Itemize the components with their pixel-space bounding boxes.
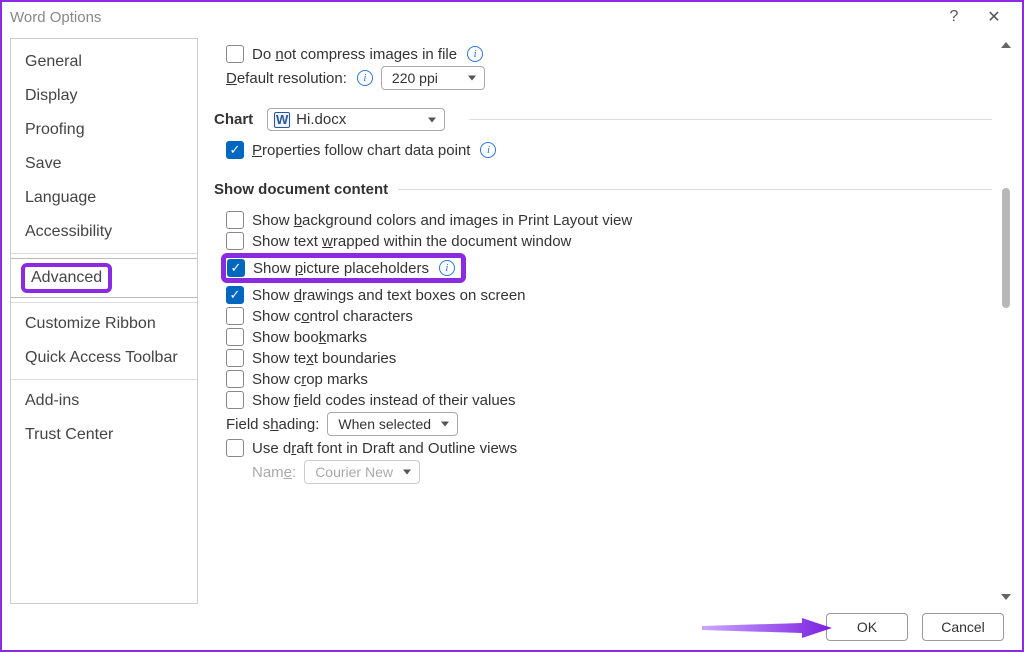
sidebar-item-advanced[interactable]: Advanced [11, 258, 197, 298]
sidebar-item-quick-access-toolbar[interactable]: Quick Access Toolbar [11, 341, 197, 375]
show-document-content-header: Show document content [214, 181, 992, 198]
properties-follow-label: Properties follow chart data point [252, 142, 470, 159]
scroll-up-icon[interactable] [1001, 42, 1011, 48]
use-draft-font-row: Use draft font in Draft and Outline view… [226, 439, 992, 457]
show-wrapped-text-row: Show text wrapped within the document wi… [226, 232, 992, 250]
do-not-compress-label: Do not compress images in file [252, 46, 457, 63]
window-title: Word Options [10, 9, 101, 26]
field-shading-row: Field shading: When selected [226, 412, 992, 436]
show-drawings-row: ✓ Show drawings and text boxes on screen [226, 286, 992, 304]
do-not-compress-checkbox[interactable] [226, 45, 244, 63]
draft-font-name-select: Courier New [304, 460, 420, 484]
show-crop-marks-row: Show crop marks [226, 370, 992, 388]
show-bookmarks-checkbox[interactable] [226, 328, 244, 346]
show-text-boundaries-row: Show text boundaries [226, 349, 992, 367]
show-field-codes-row: Show field codes instead of their values [226, 391, 992, 409]
section-divider [398, 189, 992, 190]
show-control-chars-checkbox[interactable] [226, 307, 244, 325]
show-wrapped-text-label: Show text wrapped within the document wi… [252, 233, 571, 250]
vertical-scrollbar[interactable] [998, 38, 1014, 604]
draft-font-name-row: Name: Courier New [252, 460, 992, 484]
field-shading-label: Field shading: [226, 416, 319, 433]
sidebar-item-display[interactable]: Display [11, 79, 197, 113]
show-drawings-label: Show drawings and text boxes on screen [252, 287, 526, 304]
info-icon[interactable]: i [480, 142, 496, 158]
sidebar-item-trust-center[interactable]: Trust Center [11, 418, 197, 452]
info-icon[interactable]: i [439, 260, 455, 276]
show-background-label: Show background colors and images in Pri… [252, 212, 632, 229]
use-draft-font-label: Use draft font in Draft and Outline view… [252, 440, 517, 457]
sidebar-item-general[interactable]: General [11, 45, 197, 79]
help-button[interactable]: ? [934, 8, 974, 26]
info-icon[interactable]: i [357, 70, 373, 86]
show-crop-marks-label: Show crop marks [252, 371, 368, 388]
show-field-codes-checkbox[interactable] [226, 391, 244, 409]
show-picture-placeholders-row: ✓ Show picture placeholders i [221, 253, 992, 283]
properties-follow-checkbox[interactable]: ✓ [226, 141, 244, 159]
sidebar-item-save[interactable]: Save [11, 147, 197, 181]
chart-section-header: Chart W Hi.docx [214, 108, 992, 131]
section-divider [469, 119, 992, 120]
info-icon[interactable]: i [467, 46, 483, 62]
show-control-chars-row: Show control characters [226, 307, 992, 325]
show-picture-placeholders-label: Show picture placeholders [253, 260, 429, 277]
show-wrapped-text-checkbox[interactable] [226, 232, 244, 250]
ok-button[interactable]: OK [826, 613, 908, 641]
show-text-boundaries-label: Show text boundaries [252, 350, 396, 367]
default-resolution-row: Default resolution: i 220 ppi [226, 66, 992, 90]
show-drawings-checkbox[interactable]: ✓ [226, 286, 244, 304]
annotation-highlight: ✓ Show picture placeholders i [221, 253, 466, 283]
dialog-footer: OK Cancel [2, 604, 1022, 650]
properties-follow-row: ✓ Properties follow chart data point i [226, 141, 992, 159]
sidebar-item-proofing[interactable]: Proofing [11, 113, 197, 147]
annotation-highlight: Advanced [21, 263, 112, 293]
field-shading-select[interactable]: When selected [327, 412, 458, 436]
sidebar-item-language[interactable]: Language [11, 181, 197, 215]
show-document-content-title: Show document content [214, 181, 388, 198]
show-field-codes-label: Show field codes instead of their values [252, 392, 516, 409]
category-sidebar: General Display Proofing Save Language A… [10, 38, 198, 604]
titlebar: Word Options ? ✕ [2, 2, 1022, 32]
default-resolution-label: Default resolution: [226, 70, 347, 87]
show-background-row: Show background colors and images in Pri… [226, 211, 992, 229]
dialog-body: General Display Proofing Save Language A… [2, 32, 1022, 604]
content-panel: Do not compress images in file i Default… [206, 38, 1014, 604]
word-options-dialog: Word Options ? ✕ General Display Proofin… [0, 0, 1024, 652]
scroll-down-icon[interactable] [1001, 594, 1011, 600]
chart-section-title: Chart [214, 111, 253, 128]
chart-document-select[interactable]: W Hi.docx [267, 108, 445, 131]
cancel-button[interactable]: Cancel [922, 613, 1004, 641]
sidebar-item-accessibility[interactable]: Accessibility [11, 215, 197, 249]
show-background-checkbox[interactable] [226, 211, 244, 229]
do-not-compress-row: Do not compress images in file i [226, 45, 992, 63]
default-resolution-select[interactable]: 220 ppi [381, 66, 485, 90]
show-bookmarks-row: Show bookmarks [226, 328, 992, 346]
show-control-chars-label: Show control characters [252, 308, 413, 325]
sidebar-item-customize-ribbon[interactable]: Customize Ribbon [11, 307, 197, 341]
use-draft-font-checkbox[interactable] [226, 439, 244, 457]
sidebar-item-add-ins[interactable]: Add-ins [11, 384, 197, 418]
draft-font-name-label: Name: [252, 464, 296, 481]
show-bookmarks-label: Show bookmarks [252, 329, 367, 346]
show-picture-placeholders-checkbox[interactable]: ✓ [227, 259, 245, 277]
close-button[interactable]: ✕ [974, 7, 1014, 27]
scroll-thumb[interactable] [1002, 188, 1010, 308]
show-text-boundaries-checkbox[interactable] [226, 349, 244, 367]
word-doc-icon: W [274, 112, 290, 128]
annotation-arrow-icon [702, 618, 832, 638]
show-crop-marks-checkbox[interactable] [226, 370, 244, 388]
